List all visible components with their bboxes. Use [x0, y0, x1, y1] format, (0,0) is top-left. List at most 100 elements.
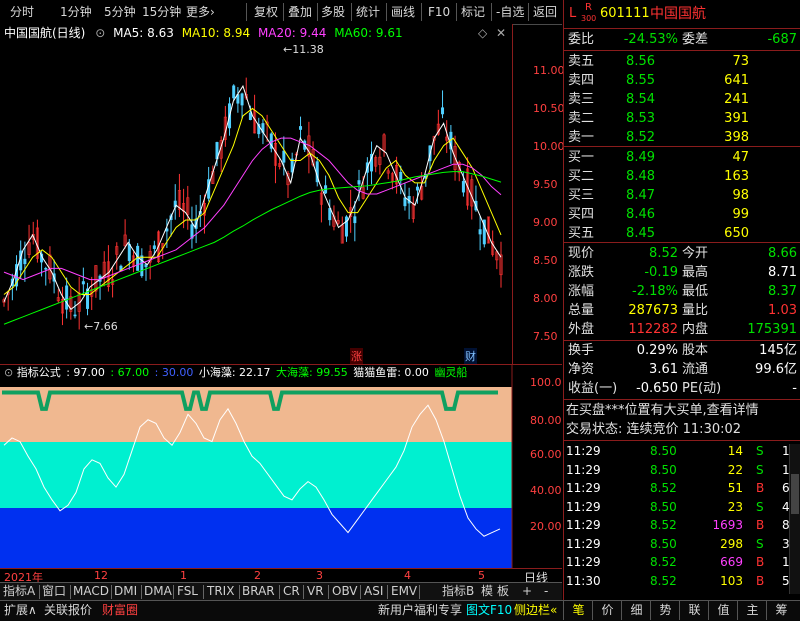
toolbar-huaxian[interactable]: 画线: [391, 0, 415, 24]
weibi-label: 委比: [568, 32, 595, 47]
tab-add[interactable]: +: [522, 583, 532, 600]
indicator-band-upper: [0, 387, 512, 442]
indicator-chart[interactable]: [0, 364, 562, 569]
marker-cai[interactable]: 财: [464, 348, 477, 364]
stat-value: 99.6亿: [755, 362, 797, 377]
bid-row[interactable]: 买五 8.45 650: [564, 224, 800, 243]
ask-price: 8.56: [626, 54, 655, 69]
tick-side: B: [756, 573, 765, 588]
bid-label: 买一: [568, 150, 595, 165]
ask-label: 卖四: [568, 73, 595, 88]
tick-row: 11:29 8.52 669 B 10: [564, 553, 800, 572]
tab-window[interactable]: 窗口: [42, 583, 66, 600]
toolbar-fuquan[interactable]: 复权: [254, 0, 278, 24]
toolbar-biaoji[interactable]: 标记: [461, 0, 485, 24]
promo-link[interactable]: 新用户福利专享: [378, 601, 462, 620]
indicator-tick: 100.0: [530, 376, 562, 389]
toolbar-duogu[interactable]: 多股: [321, 0, 345, 24]
tab-brar[interactable]: BRAR: [242, 583, 275, 600]
ask-row[interactable]: 卖五 8.56 73: [564, 52, 800, 71]
stat-value: -: [792, 381, 797, 396]
toolbar-tongji[interactable]: 统计: [356, 0, 380, 24]
ask-price: 8.53: [626, 111, 655, 126]
tab-fsl[interactable]: FSL: [177, 583, 198, 600]
tick-row: 11:29 8.50 23 S 4: [564, 498, 800, 517]
tab-trix[interactable]: TRIX: [207, 583, 234, 600]
bid-volume: 99: [732, 207, 749, 222]
bid-row[interactable]: 买二 8.48 163: [564, 167, 800, 186]
indicator-toggle-icon[interactable]: ⊙: [4, 366, 13, 379]
wealth-circle-tab[interactable]: 财富圈: [102, 601, 138, 620]
tab-cr[interactable]: CR: [283, 583, 300, 600]
legend-toggle-icon[interactable]: ⊙: [95, 26, 105, 40]
ma60-label: MA60: 9.61: [334, 26, 403, 40]
bid-row[interactable]: 买三 8.47 98: [564, 186, 800, 205]
tab-dmi[interactable]: DMI: [114, 583, 137, 600]
tick-time: 11:30: [566, 573, 601, 588]
stat-label: 外盘: [568, 322, 595, 337]
tab-zhibiao-b[interactable]: 指标B: [442, 583, 474, 600]
stat-label: 涨幅: [568, 284, 595, 299]
marker-zhang[interactable]: 涨: [350, 348, 363, 364]
expand-button[interactable]: 扩展∧: [4, 601, 37, 620]
side-tab-zhi[interactable]: 值: [708, 601, 738, 620]
stat-label: 最高: [682, 265, 709, 280]
toolbar-fenshi[interactable]: 分时: [10, 0, 34, 24]
indicator-title[interactable]: 指标公式: [17, 366, 61, 379]
tick-price: 8.50: [650, 499, 677, 514]
close-icon[interactable]: ✕: [496, 26, 506, 40]
tab-vr[interactable]: VR: [307, 583, 324, 600]
side-tab-zhu[interactable]: 主: [737, 601, 767, 620]
side-tab-xi[interactable]: 细: [621, 601, 651, 620]
tick-scrollbar[interactable]: [789, 444, 800, 594]
tab-zhibiao-a[interactable]: 指标A: [3, 583, 35, 600]
side-tab-shi[interactable]: 势: [650, 601, 680, 620]
bid-volume: 650: [724, 226, 749, 241]
toolbar-more[interactable]: 更多›: [186, 0, 215, 24]
stat-row: 涨幅 -2.18% 最低 8.37: [564, 282, 800, 301]
toolbar-back[interactable]: 返回: [533, 0, 557, 24]
tab-mo[interactable]: 模: [481, 583, 493, 600]
ask-row[interactable]: 卖一 8.52 398: [564, 128, 800, 147]
kline-chart[interactable]: [0, 24, 562, 364]
indicator-value: 猫猫鱼雷: 0.00: [353, 366, 429, 379]
tab-dma[interactable]: DMA: [144, 583, 172, 600]
tick-price: 8.50: [650, 536, 677, 551]
diamond-icon[interactable]: ◇: [478, 26, 487, 40]
toolbar-1min[interactable]: 1分钟: [60, 0, 92, 24]
indicator-band-lower: [0, 508, 512, 569]
tick-volume: 669: [720, 555, 743, 569]
ask-row[interactable]: 卖三 8.54 241: [564, 90, 800, 109]
toolbar-diejia[interactable]: 叠加: [288, 0, 312, 24]
tab-remove[interactable]: -: [544, 583, 548, 600]
toolbar-5min[interactable]: 5分钟: [104, 0, 136, 24]
tab-asi[interactable]: ASI: [364, 583, 383, 600]
tab-emv[interactable]: EMV: [391, 583, 417, 600]
bid-row[interactable]: 买一 8.49 47: [564, 148, 800, 167]
related-quote-tab[interactable]: 关联报价: [44, 601, 92, 620]
date-tick: 2: [254, 569, 261, 582]
toolbar-15min[interactable]: 15分钟: [142, 0, 181, 24]
f10-link[interactable]: 图文F10: [466, 601, 512, 620]
stat-value: 112282: [628, 322, 678, 337]
side-tab-lian[interactable]: 联: [679, 601, 709, 620]
side-tab-jia[interactable]: 价: [592, 601, 622, 620]
tab-obv[interactable]: OBV: [332, 583, 358, 600]
stat-label: 最低: [682, 284, 709, 299]
toolbar-zixuan[interactable]: -自选: [496, 0, 524, 24]
ask-row[interactable]: 卖四 8.55 641: [564, 71, 800, 90]
stat-label: 流通: [682, 362, 709, 377]
trade-status: 交易状态: 连续竞价 11:30:02: [566, 422, 742, 437]
tab-macd[interactable]: MACD: [73, 583, 109, 600]
alert-message[interactable]: 在买盘***位置有大买单,查看详情: [564, 401, 800, 420]
sidebar-toggle[interactable]: 侧边栏«: [514, 601, 557, 620]
ma10-label: MA10: 8.94: [181, 26, 251, 40]
side-tab-chou[interactable]: 筹: [766, 601, 796, 620]
side-tab-bi[interactable]: 笔: [563, 601, 593, 620]
ask-row[interactable]: 卖二 8.53 391: [564, 109, 800, 128]
tab-ban[interactable]: 板: [497, 583, 509, 600]
toolbar-f10[interactable]: F10: [428, 0, 450, 24]
bid-row[interactable]: 买四 8.46 99: [564, 205, 800, 224]
tick-volume: 1693: [712, 518, 743, 532]
price-tick: 9.50: [533, 178, 558, 191]
